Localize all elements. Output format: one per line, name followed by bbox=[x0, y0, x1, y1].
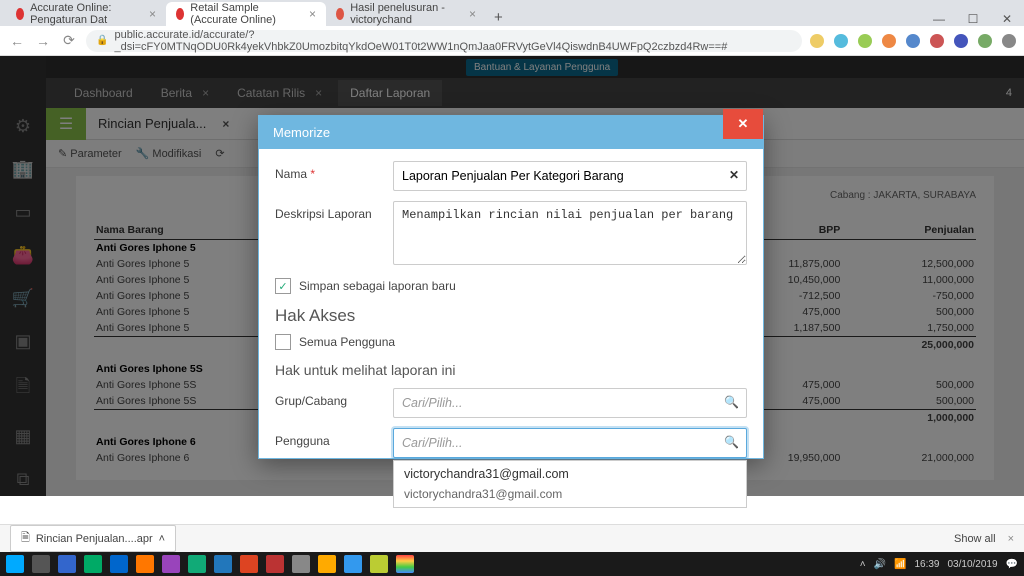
task-icon[interactable] bbox=[292, 555, 310, 573]
start-icon[interactable] bbox=[6, 555, 24, 573]
tab-title: Accurate Online: Pengaturan Dat bbox=[30, 2, 139, 26]
search-icon[interactable]: 🔍 bbox=[724, 435, 739, 449]
grup-search-input[interactable] bbox=[393, 388, 747, 418]
window-minimize[interactable]: — bbox=[922, 12, 956, 26]
clock-date[interactable]: 03/10/2019 bbox=[947, 559, 997, 570]
ext-icon[interactable] bbox=[930, 34, 944, 48]
modal-title: Memorize bbox=[273, 125, 330, 140]
browser-tab-strip: Accurate Online: Pengaturan Dat × Retail … bbox=[0, 0, 1024, 26]
chevron-up-icon[interactable]: ˄ bbox=[159, 533, 165, 545]
ext-icon[interactable] bbox=[954, 34, 968, 48]
close-icon[interactable]: × bbox=[1008, 533, 1014, 545]
memorize-modal: Memorize ✕ Nama * ✕ Deskripsi Laporan Me… bbox=[258, 115, 764, 459]
browser-tab[interactable]: Accurate Online: Pengaturan Dat × bbox=[6, 2, 166, 26]
lock-icon: 🔒 bbox=[96, 35, 108, 46]
task-icon[interactable] bbox=[162, 555, 180, 573]
reload-icon[interactable]: ⟳ bbox=[60, 32, 78, 49]
modal-header: Memorize ✕ bbox=[259, 115, 763, 149]
dropdown-item[interactable]: victorychandra31@gmail.com bbox=[394, 461, 746, 487]
search-icon[interactable]: 🔍 bbox=[724, 395, 739, 409]
task-icon[interactable] bbox=[214, 555, 232, 573]
label-semua: Semua Pengguna bbox=[299, 335, 395, 349]
task-icon[interactable] bbox=[84, 555, 102, 573]
chrome-icon[interactable] bbox=[396, 555, 414, 573]
browser-tab[interactable]: Hasil penelusuran - victorychand × bbox=[326, 2, 486, 26]
task-icon[interactable] bbox=[240, 555, 258, 573]
ext-icon[interactable] bbox=[810, 34, 824, 48]
url-text: public.accurate.id/accurate/?_dsi=cFY0MT… bbox=[114, 29, 792, 53]
label-deskripsi: Deskripsi Laporan bbox=[275, 201, 393, 221]
tab-close-icon[interactable]: × bbox=[469, 7, 476, 21]
extension-icons bbox=[810, 34, 1016, 48]
clock-time[interactable]: 16:39 bbox=[914, 559, 939, 570]
task-icon[interactable] bbox=[318, 555, 336, 573]
label-grup: Grup/Cabang bbox=[275, 388, 393, 408]
download-item[interactable]: 🗎 Rincian Penjualan....apr ˄ bbox=[10, 525, 176, 552]
ext-icon[interactable] bbox=[906, 34, 920, 48]
task-icon[interactable] bbox=[32, 555, 50, 573]
favicon bbox=[336, 8, 344, 20]
task-icon[interactable] bbox=[188, 555, 206, 573]
task-icon[interactable] bbox=[110, 555, 128, 573]
new-tab-button[interactable]: + bbox=[486, 9, 511, 26]
tray-chevron-icon[interactable]: ˄ bbox=[860, 559, 866, 570]
ext-icon[interactable] bbox=[834, 34, 848, 48]
app-viewport: Bantuan & Layanan Pengguna Dashboard Ber… bbox=[0, 56, 1024, 496]
tab-close-icon[interactable]: × bbox=[309, 7, 316, 21]
ext-icon[interactable] bbox=[978, 34, 992, 48]
forward-icon[interactable]: → bbox=[34, 33, 52, 49]
tray-icon[interactable]: 📶 bbox=[894, 559, 906, 570]
show-all-downloads[interactable]: Show all bbox=[954, 533, 996, 545]
window-controls: — ☐ ✕ bbox=[922, 12, 1024, 26]
favicon bbox=[176, 8, 184, 20]
address-bar: ← → ⟳ 🔒 public.accurate.id/accurate/?_ds… bbox=[0, 26, 1024, 56]
clear-icon[interactable]: ✕ bbox=[729, 168, 739, 182]
tab-title: Hasil penelusuran - victorychand bbox=[350, 2, 459, 26]
task-icon[interactable] bbox=[344, 555, 362, 573]
user-dropdown: victorychandra31@gmail.com victorychandr… bbox=[393, 460, 747, 508]
modal-close-button[interactable]: ✕ bbox=[723, 109, 763, 139]
window-maximize[interactable]: ☐ bbox=[956, 12, 990, 26]
simpan-checkbox[interactable]: ✓ bbox=[275, 278, 291, 294]
avatar-icon[interactable] bbox=[1002, 34, 1016, 48]
browser-tab[interactable]: Retail Sample (Accurate Online) × bbox=[166, 2, 326, 26]
download-bar: 🗎 Rincian Penjualan....apr ˄ Show all × bbox=[0, 524, 1024, 552]
label-pengguna: Pengguna bbox=[275, 428, 393, 448]
taskbar: ˄ 🔊 📶 16:39 03/10/2019 💬 bbox=[0, 552, 1024, 576]
url-field[interactable]: 🔒 public.accurate.id/accurate/?_dsi=cFY0… bbox=[86, 30, 802, 52]
label-nama: Nama * bbox=[275, 161, 393, 181]
ext-icon[interactable] bbox=[858, 34, 872, 48]
label-simpan: Simpan sebagai laporan baru bbox=[299, 279, 456, 293]
hak-melihat-heading: Hak untuk melihat laporan ini bbox=[275, 362, 747, 378]
notification-icon[interactable]: 💬 bbox=[1006, 559, 1018, 570]
deskripsi-textarea[interactable]: Menampilkan rincian nilai penjualan per … bbox=[393, 201, 747, 265]
favicon bbox=[16, 8, 24, 20]
ext-icon[interactable] bbox=[882, 34, 896, 48]
task-icon[interactable] bbox=[266, 555, 284, 573]
hak-akses-heading: Hak Akses bbox=[275, 306, 747, 326]
semua-checkbox[interactable] bbox=[275, 334, 291, 350]
nama-input[interactable] bbox=[393, 161, 747, 191]
tray-icon[interactable]: 🔊 bbox=[874, 559, 886, 570]
dropdown-item-sub: victorychandra31@gmail.com bbox=[394, 487, 746, 507]
task-icon[interactable] bbox=[58, 555, 76, 573]
back-icon[interactable]: ← bbox=[8, 33, 26, 49]
system-tray: ˄ 🔊 📶 16:39 03/10/2019 💬 bbox=[860, 559, 1018, 570]
window-close[interactable]: ✕ bbox=[990, 12, 1024, 26]
task-icon[interactable] bbox=[370, 555, 388, 573]
pengguna-search-input[interactable] bbox=[393, 428, 747, 458]
tab-close-icon[interactable]: × bbox=[149, 7, 156, 21]
task-icon[interactable] bbox=[136, 555, 154, 573]
tab-title: Retail Sample (Accurate Online) bbox=[190, 2, 299, 26]
